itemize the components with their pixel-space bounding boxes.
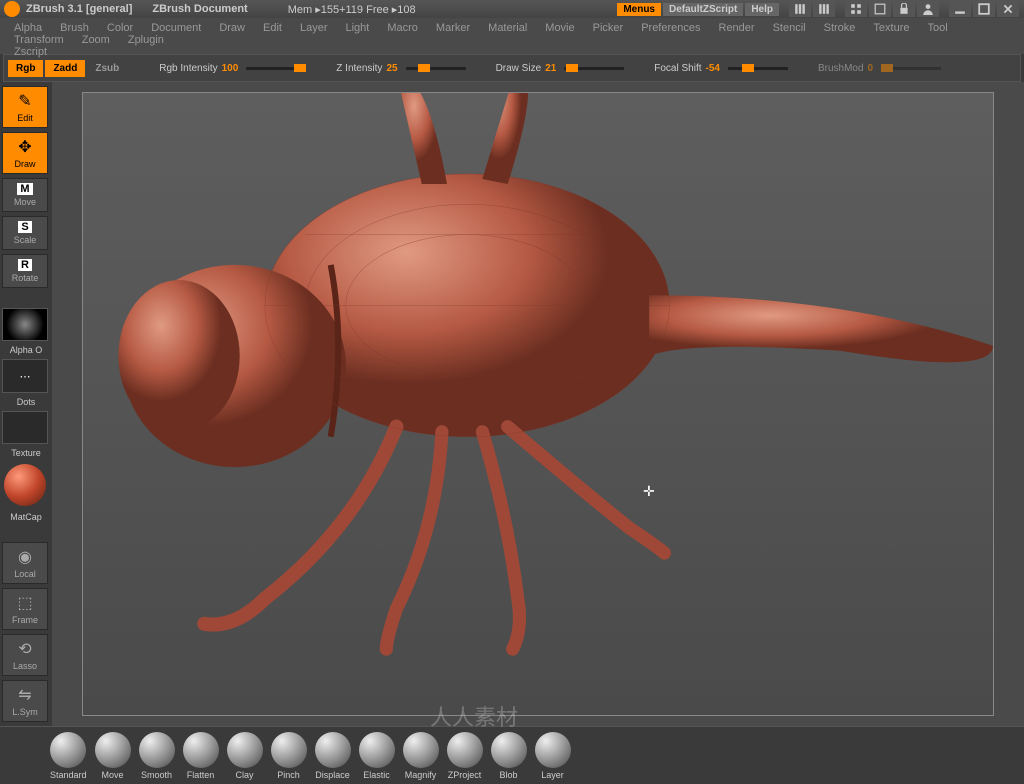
menu-item[interactable]: Alpha	[14, 22, 42, 34]
draw-size-slider[interactable]: Draw Size 21	[496, 63, 625, 74]
scale-button[interactable]: SScale	[2, 216, 48, 250]
brush-smooth[interactable]: Smooth	[139, 732, 175, 780]
menu-item[interactable]: Preferences	[641, 22, 700, 34]
brush-palette: Standard Move Smooth Flatten Clay Pinch …	[0, 726, 1024, 784]
shelf-left-icon[interactable]	[789, 1, 811, 17]
brush-displace[interactable]: Displace	[315, 732, 351, 780]
local-button[interactable]: ◉Local	[2, 542, 48, 584]
menu-item[interactable]: Brush	[60, 22, 89, 34]
move-button[interactable]: MMove	[2, 178, 48, 212]
grid-icon[interactable]	[845, 1, 867, 17]
menu-item[interactable]: Zplugin	[128, 34, 164, 46]
cursor-icon: ✛	[643, 483, 655, 500]
brush-layer[interactable]: Layer	[535, 732, 571, 780]
menu-item[interactable]: Marker	[436, 22, 470, 34]
zadd-button[interactable]: Zadd	[45, 60, 85, 77]
menu-item[interactable]: Stencil	[773, 22, 806, 34]
rgb-button[interactable]: Rgb	[8, 60, 43, 77]
maximize-icon[interactable]	[973, 1, 995, 17]
rgb-intensity-slider[interactable]: Rgb Intensity 100	[159, 63, 306, 74]
rotate-button[interactable]: RRotate	[2, 254, 48, 288]
edit-button[interactable]: ✎Edit	[2, 86, 48, 128]
titlebar: ZBrush 3.1 [general] ZBrush Document Mem…	[0, 0, 1024, 18]
focal-shift-slider[interactable]: Focal Shift -54	[654, 63, 788, 74]
canvas[interactable]: ✛	[82, 92, 994, 716]
menu-item[interactable]: Document	[151, 22, 201, 34]
brush-standard[interactable]: Standard	[50, 732, 87, 780]
menu-item[interactable]: Color	[107, 22, 133, 34]
brush-zproject[interactable]: ZProject	[447, 732, 483, 780]
brush-blob[interactable]: Blob	[491, 732, 527, 780]
menu-item[interactable]: Material	[488, 22, 527, 34]
user-icon[interactable]	[917, 1, 939, 17]
menu-item[interactable]: Zscript	[14, 46, 47, 58]
frame-button[interactable]: ⬚Frame	[2, 588, 48, 630]
menus-button[interactable]: Menus	[617, 3, 661, 16]
shelf-right-icon[interactable]	[813, 1, 835, 17]
texture-swatch[interactable]	[2, 411, 48, 444]
draw-button[interactable]: ✥Draw	[2, 132, 48, 174]
brush-elastic[interactable]: Elastic	[359, 732, 395, 780]
minimize-icon[interactable]	[949, 1, 971, 17]
menu-item[interactable]: Draw	[219, 22, 245, 34]
model-mesh	[83, 93, 993, 716]
zscript-button[interactable]: DefaultZScript	[663, 3, 743, 16]
app-title: ZBrush 3.1 [general]	[26, 3, 132, 15]
menu-item[interactable]: Picker	[593, 22, 624, 34]
menu-item[interactable]: Render	[719, 22, 755, 34]
help-button[interactable]: Help	[745, 3, 779, 16]
z-intensity-slider[interactable]: Z Intensity 25	[336, 63, 465, 74]
close-icon[interactable]	[997, 1, 1019, 17]
menu-item[interactable]: Movie	[545, 22, 574, 34]
matcap-swatch[interactable]	[2, 462, 48, 508]
toolbar: Rgb Zadd Zsub Rgb Intensity 100 Z Intens…	[3, 54, 1021, 82]
main: ✎Edit ✥Draw MMove SScale RRotate Alpha O…	[0, 82, 1024, 726]
menu-item[interactable]: Layer	[300, 22, 328, 34]
viewport[interactable]: ✛	[52, 82, 1024, 726]
brush-move[interactable]: Move	[95, 732, 131, 780]
menu-item[interactable]: Texture	[873, 22, 909, 34]
mem-status: Mem ▸155+119 Free ▸108	[288, 3, 416, 16]
left-toolbar: ✎Edit ✥Draw MMove SScale RRotate Alpha O…	[0, 82, 52, 726]
lsym-button[interactable]: ⇋L.Sym	[2, 680, 48, 722]
brush-magnify[interactable]: Magnify	[403, 732, 439, 780]
brush-flatten[interactable]: Flatten	[183, 732, 219, 780]
menu-item[interactable]: Edit	[263, 22, 282, 34]
brush-pinch[interactable]: Pinch	[271, 732, 307, 780]
stroke-swatch[interactable]: ⋯	[2, 359, 48, 392]
menu-item[interactable]: Light	[346, 22, 370, 34]
menu-item[interactable]: Transform	[14, 34, 64, 46]
menu-item[interactable]: Stroke	[824, 22, 856, 34]
menu-item[interactable]: Zoom	[82, 34, 110, 46]
lock-icon[interactable]	[893, 1, 915, 17]
brush-clay[interactable]: Clay	[227, 732, 263, 780]
alpha-swatch[interactable]	[2, 308, 48, 341]
doc-title: ZBrush Document	[152, 3, 247, 15]
lasso-button[interactable]: ⟲Lasso	[2, 634, 48, 676]
brushmod-slider[interactable]: BrushMod 0	[818, 63, 941, 74]
menubar: Alpha Brush Color Document Draw Edit Lay…	[0, 18, 1024, 54]
app-logo	[4, 1, 20, 17]
menu-item[interactable]: Tool	[927, 22, 947, 34]
menu-item[interactable]: Macro	[387, 22, 418, 34]
zsub-button[interactable]: Zsub	[87, 60, 127, 77]
layout-icon[interactable]	[869, 1, 891, 17]
